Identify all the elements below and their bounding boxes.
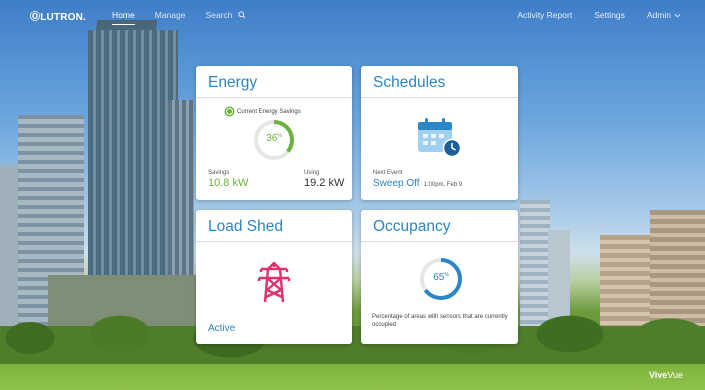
nav-settings[interactable]: Settings xyxy=(594,10,625,20)
power-tower-icon xyxy=(257,262,291,303)
nav-activity-report[interactable]: Activity Report xyxy=(517,10,572,20)
savings-label: Savings xyxy=(208,170,230,176)
top-navigation-bar: ⓄLUTRON. Home Manage Activity Report Set… xyxy=(0,0,705,30)
lutron-logo[interactable]: ⓄLUTRON. xyxy=(30,8,86,23)
schedules-card[interactable]: Schedules Next Event Sweep Off 1:00pm, F… xyxy=(361,66,518,200)
nav-home[interactable]: Home xyxy=(112,10,135,25)
energy-legend-label: Current Energy Savings xyxy=(237,108,301,115)
brand-part1: Vive xyxy=(648,370,668,380)
search-box[interactable] xyxy=(205,10,246,20)
load-shed-card-title: Load Shed xyxy=(196,210,352,242)
nav-admin-menu[interactable]: Admin xyxy=(647,10,681,20)
background-cityscape xyxy=(0,0,705,390)
nav-manage[interactable]: Manage xyxy=(155,10,186,20)
occupancy-percent-unit: % xyxy=(444,272,449,278)
occupancy-card-title: Occupancy xyxy=(361,210,518,242)
energy-card[interactable]: Energy Current Energy Savings 36% Saving… xyxy=(196,66,352,200)
load-shed-card[interactable]: Load Shed Active xyxy=(196,210,352,344)
utility-nav: Activity Report Settings Admin xyxy=(517,10,681,20)
nav-admin-label: Admin xyxy=(646,10,671,20)
occupancy-card[interactable]: Occupancy 65% Percentage of areas with s… xyxy=(361,210,518,344)
search-input[interactable] xyxy=(205,10,236,20)
main-nav: Home Manage xyxy=(112,10,246,25)
next-event-label: Next Event xyxy=(373,170,403,176)
energy-percent-unit: % xyxy=(277,133,282,139)
next-event-row: Sweep Off 1:00pm, Feb 9 xyxy=(373,178,462,189)
occupancy-percent-value: 65 xyxy=(433,272,445,283)
load-shed-status: Active xyxy=(208,323,236,334)
using-value: 19.2 kW xyxy=(304,177,345,189)
search-icon[interactable] xyxy=(238,11,246,19)
savings-value: 10.8 kW xyxy=(208,177,249,189)
legend-dot-icon xyxy=(226,108,233,115)
occupancy-description: Percentage of areas with sensors that ar… xyxy=(372,314,508,328)
brand-part2: Vue xyxy=(667,370,683,380)
occupancy-percent: 65% xyxy=(419,272,463,283)
next-event-time: 1:00pm, Feb 9 xyxy=(423,182,463,188)
next-event-name[interactable]: Sweep Off xyxy=(373,178,420,189)
schedules-card-title: Schedules xyxy=(361,66,518,98)
using-label: Using xyxy=(304,170,320,176)
energy-percent-value: 36 xyxy=(266,133,278,144)
chevron-down-icon xyxy=(674,13,681,17)
vivevue-brand: ViveVue xyxy=(649,370,683,380)
energy-percent: 36% xyxy=(253,133,295,144)
energy-legend: Current Energy Savings xyxy=(226,108,301,115)
energy-card-title: Energy xyxy=(196,66,352,98)
calendar-clock-icon xyxy=(418,118,462,158)
